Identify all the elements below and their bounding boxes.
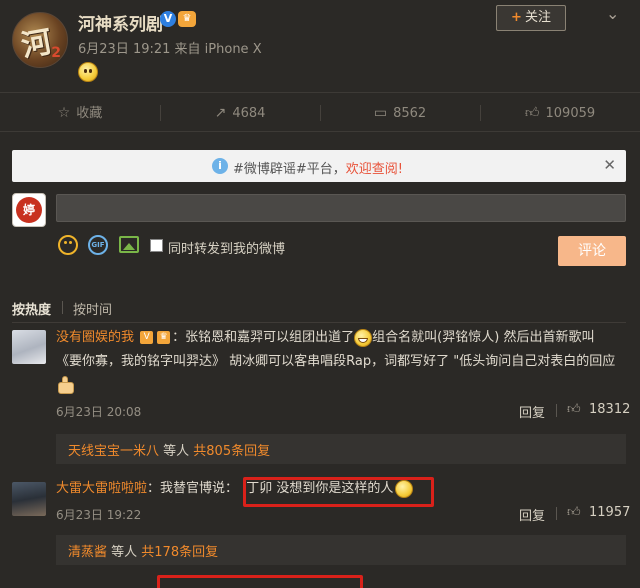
comment-username[interactable]: 没有圈娱的我 bbox=[56, 330, 134, 345]
repost-button[interactable]: ↗ 4684 bbox=[160, 93, 320, 133]
divider bbox=[556, 404, 557, 417]
comment-button[interactable]: ▭ 8562 bbox=[320, 93, 480, 133]
rumor-notice-bar: i #微博辟谣#平台，欢迎查阅! ✕ bbox=[12, 150, 626, 182]
favorite-label: 收藏 bbox=[76, 106, 103, 121]
comment-avatar[interactable] bbox=[12, 330, 46, 364]
thumbs-up-emoji-icon bbox=[56, 376, 78, 396]
comment-timestamp: 6月23日 19:22 bbox=[56, 508, 142, 522]
sub-replies-text: 清蒸酱 等人 共178条回复 bbox=[68, 541, 218, 560]
repost-checkbox[interactable] bbox=[150, 239, 163, 252]
close-icon[interactable]: ✕ bbox=[603, 156, 616, 174]
avatar-glyph: 婷 bbox=[16, 197, 42, 223]
repost-icon: ↗ bbox=[214, 105, 227, 121]
plus-icon: + bbox=[511, 10, 522, 25]
submit-comment-button[interactable]: 评论 bbox=[558, 236, 626, 266]
sub-reply-count[interactable]: 共178条回复 bbox=[141, 545, 218, 560]
comment-username[interactable]: 大雷大雷啦啦啦 bbox=[56, 481, 147, 496]
notice-text: #微博辟谣#平台，欢迎查阅! bbox=[233, 158, 403, 177]
comment-body: ：张铭恩和嘉羿可以组团出道了 bbox=[172, 330, 355, 345]
emoji-picker-icon[interactable] bbox=[58, 235, 78, 255]
sub-replies-summary[interactable]: 天线宝宝一米八 等人 共805条回复 bbox=[56, 434, 626, 464]
chevron-down-icon[interactable]: ⌄ bbox=[606, 4, 619, 23]
thumbs-up-icon: 👍︎ bbox=[524, 105, 540, 121]
comment-body-line2: 《要你寡，我的铭字叫羿达》 胡冰卿可以客串唱段Rap，词都写好了 "低头询问自己… bbox=[56, 354, 616, 369]
post-action-bar: ☆ 收藏 ↗ 4684 ▭ 8562 👍︎ 109059 bbox=[0, 92, 640, 132]
gif-icon[interactable]: GIF bbox=[88, 235, 108, 255]
comment-count: 8562 bbox=[393, 106, 427, 121]
comment-input[interactable] bbox=[56, 194, 626, 222]
sub-reply-mid: 等人 bbox=[107, 545, 142, 560]
account-avatar[interactable]: 河 2 bbox=[12, 12, 68, 68]
comment-timestamp: 6月23日 20:08 bbox=[56, 405, 142, 419]
thumbs-up-icon[interactable]: 👍︎ bbox=[567, 402, 581, 417]
verified-badge-icon: V bbox=[160, 11, 176, 27]
star-icon: ☆ bbox=[57, 105, 71, 121]
grin-emoji-icon bbox=[354, 328, 373, 347]
sub-reply-user[interactable]: 清蒸酱 bbox=[68, 545, 107, 560]
like-button[interactable]: 👍︎ 109059 bbox=[480, 93, 640, 133]
member-crown-icon: ♛ bbox=[157, 331, 171, 344]
comment-icon: ▭ bbox=[373, 105, 388, 121]
comment-body: ：我替官博说： bbox=[147, 481, 239, 496]
comment-body-cont: 组合名就叫(羿铭惊人) 然后出首新歌叫 bbox=[372, 330, 595, 345]
repost-checkbox-label: 同时转发到我的微博 bbox=[168, 242, 286, 257]
follow-label: 关注 bbox=[524, 10, 551, 25]
sub-reply-user[interactable]: 天线宝宝一米八 bbox=[68, 444, 159, 459]
thumbs-up-icon[interactable]: 👍︎ bbox=[567, 505, 581, 520]
notice-link[interactable]: 欢迎查阅! bbox=[346, 162, 403, 177]
reply-button[interactable]: 回复 bbox=[519, 505, 545, 524]
section-divider bbox=[12, 322, 626, 323]
reply-button[interactable]: 回复 bbox=[519, 402, 545, 421]
avatar-glyph: 河 bbox=[18, 24, 55, 65]
comment-like-count: 18312 bbox=[589, 402, 631, 417]
account-name[interactable]: 河神系列剧 bbox=[78, 10, 163, 35]
current-user-avatar[interactable]: 婷 bbox=[12, 193, 46, 227]
verified-badge-icon: V bbox=[140, 331, 154, 344]
favorite-button[interactable]: ☆ 收藏 bbox=[0, 93, 160, 133]
sub-reply-count[interactable]: 共805条回复 bbox=[193, 444, 270, 459]
divider bbox=[556, 507, 557, 520]
highlight-annotation-box bbox=[243, 477, 434, 507]
comment-text: 没有圈娱的我 V ♛ ：张铭恩和嘉羿可以组团出道了 组合名就叫(羿铭惊人) 然后出首新… bbox=[56, 326, 594, 350]
repost-count: 4684 bbox=[232, 106, 266, 121]
like-count: 109059 bbox=[545, 106, 596, 121]
highlight-annotation-box bbox=[157, 575, 363, 588]
sub-replies-summary[interactable]: 清蒸酱 等人 共178条回复 bbox=[56, 535, 626, 565]
comment-like-count: 11957 bbox=[589, 505, 631, 520]
member-crown-icon: ♛ bbox=[178, 11, 196, 27]
image-upload-icon[interactable] bbox=[119, 236, 139, 253]
sub-reply-mid: 等人 bbox=[159, 444, 194, 459]
post-meta: 6月23日 19:21 来自 iPhone X bbox=[78, 42, 262, 57]
info-icon: i bbox=[212, 158, 228, 174]
sub-replies-text: 天线宝宝一米八 等人 共805条回复 bbox=[68, 440, 270, 459]
smile-emoji-icon bbox=[78, 62, 98, 82]
avatar-glyph-number: 2 bbox=[51, 45, 61, 61]
tab-divider bbox=[62, 301, 63, 314]
tab-sort-by-time[interactable]: 按时间 bbox=[73, 299, 112, 318]
tab-sort-by-hot[interactable]: 按热度 bbox=[12, 299, 51, 318]
notice-prefix: #微博辟谣#平台， bbox=[233, 162, 346, 177]
follow-button[interactable]: + 关注 bbox=[496, 5, 566, 31]
comment-avatar[interactable] bbox=[12, 482, 46, 516]
